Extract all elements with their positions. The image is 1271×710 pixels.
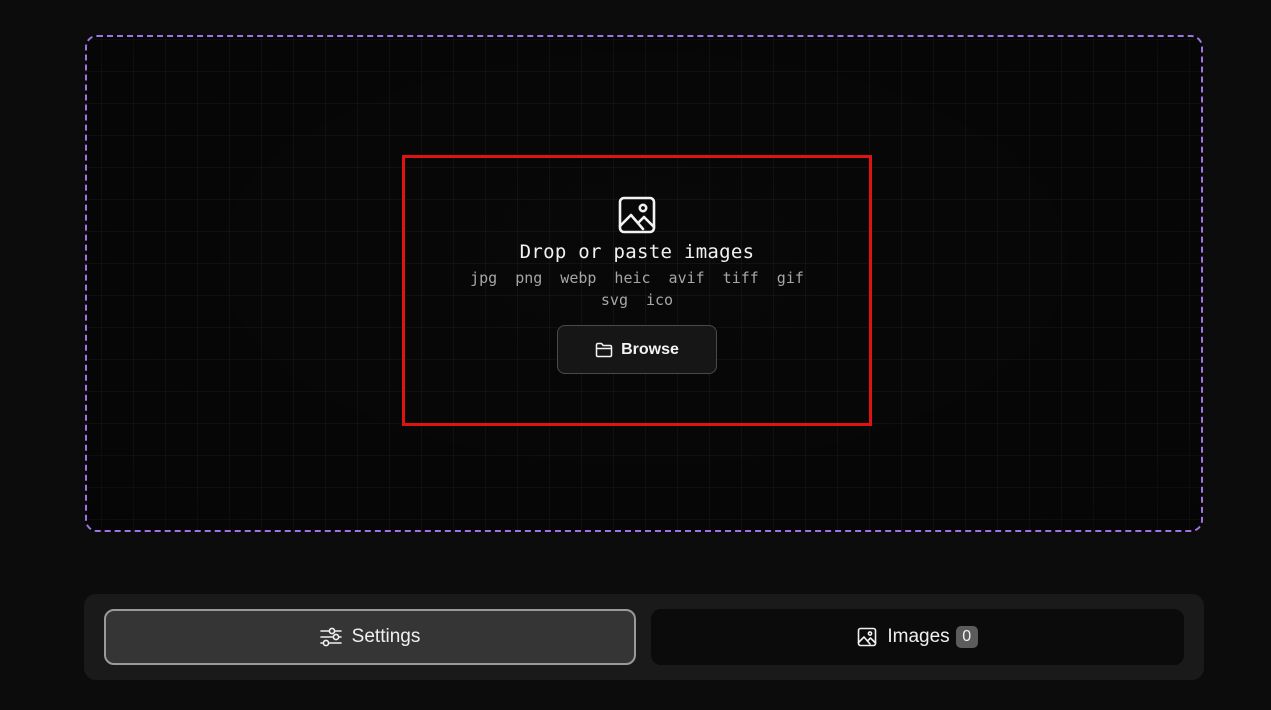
- tab-settings[interactable]: Settings: [104, 609, 636, 665]
- format-label: gif: [776, 269, 804, 287]
- bottom-tab-bar: Settings Images 0: [84, 594, 1204, 680]
- images-count-badge: 0: [955, 626, 978, 648]
- folder-icon: [595, 342, 613, 358]
- dropzone-content: Drop or paste images jpg png webp heic a…: [402, 155, 872, 426]
- image-icon: [617, 195, 657, 235]
- supported-formats: jpg png webp heic avif tiff gif svg ico: [467, 269, 807, 309]
- image-icon: [857, 627, 877, 647]
- format-label: heic: [614, 269, 651, 287]
- sliders-icon: [319, 627, 342, 647]
- format-label: webp: [560, 269, 597, 287]
- format-label: tiff: [722, 269, 759, 287]
- tab-images[interactable]: Images 0: [651, 609, 1184, 665]
- tab-settings-label: Settings: [351, 626, 421, 647]
- drop-title: Drop or paste images: [519, 241, 755, 263]
- browse-button[interactable]: Browse: [557, 325, 717, 374]
- tab-images-label: Images: [887, 626, 950, 647]
- browse-label: Browse: [621, 340, 679, 358]
- format-label: jpg: [470, 269, 498, 287]
- format-label: ico: [646, 291, 674, 309]
- format-label: svg: [600, 291, 628, 309]
- format-label: avif: [668, 269, 705, 287]
- format-label: png: [515, 269, 543, 287]
